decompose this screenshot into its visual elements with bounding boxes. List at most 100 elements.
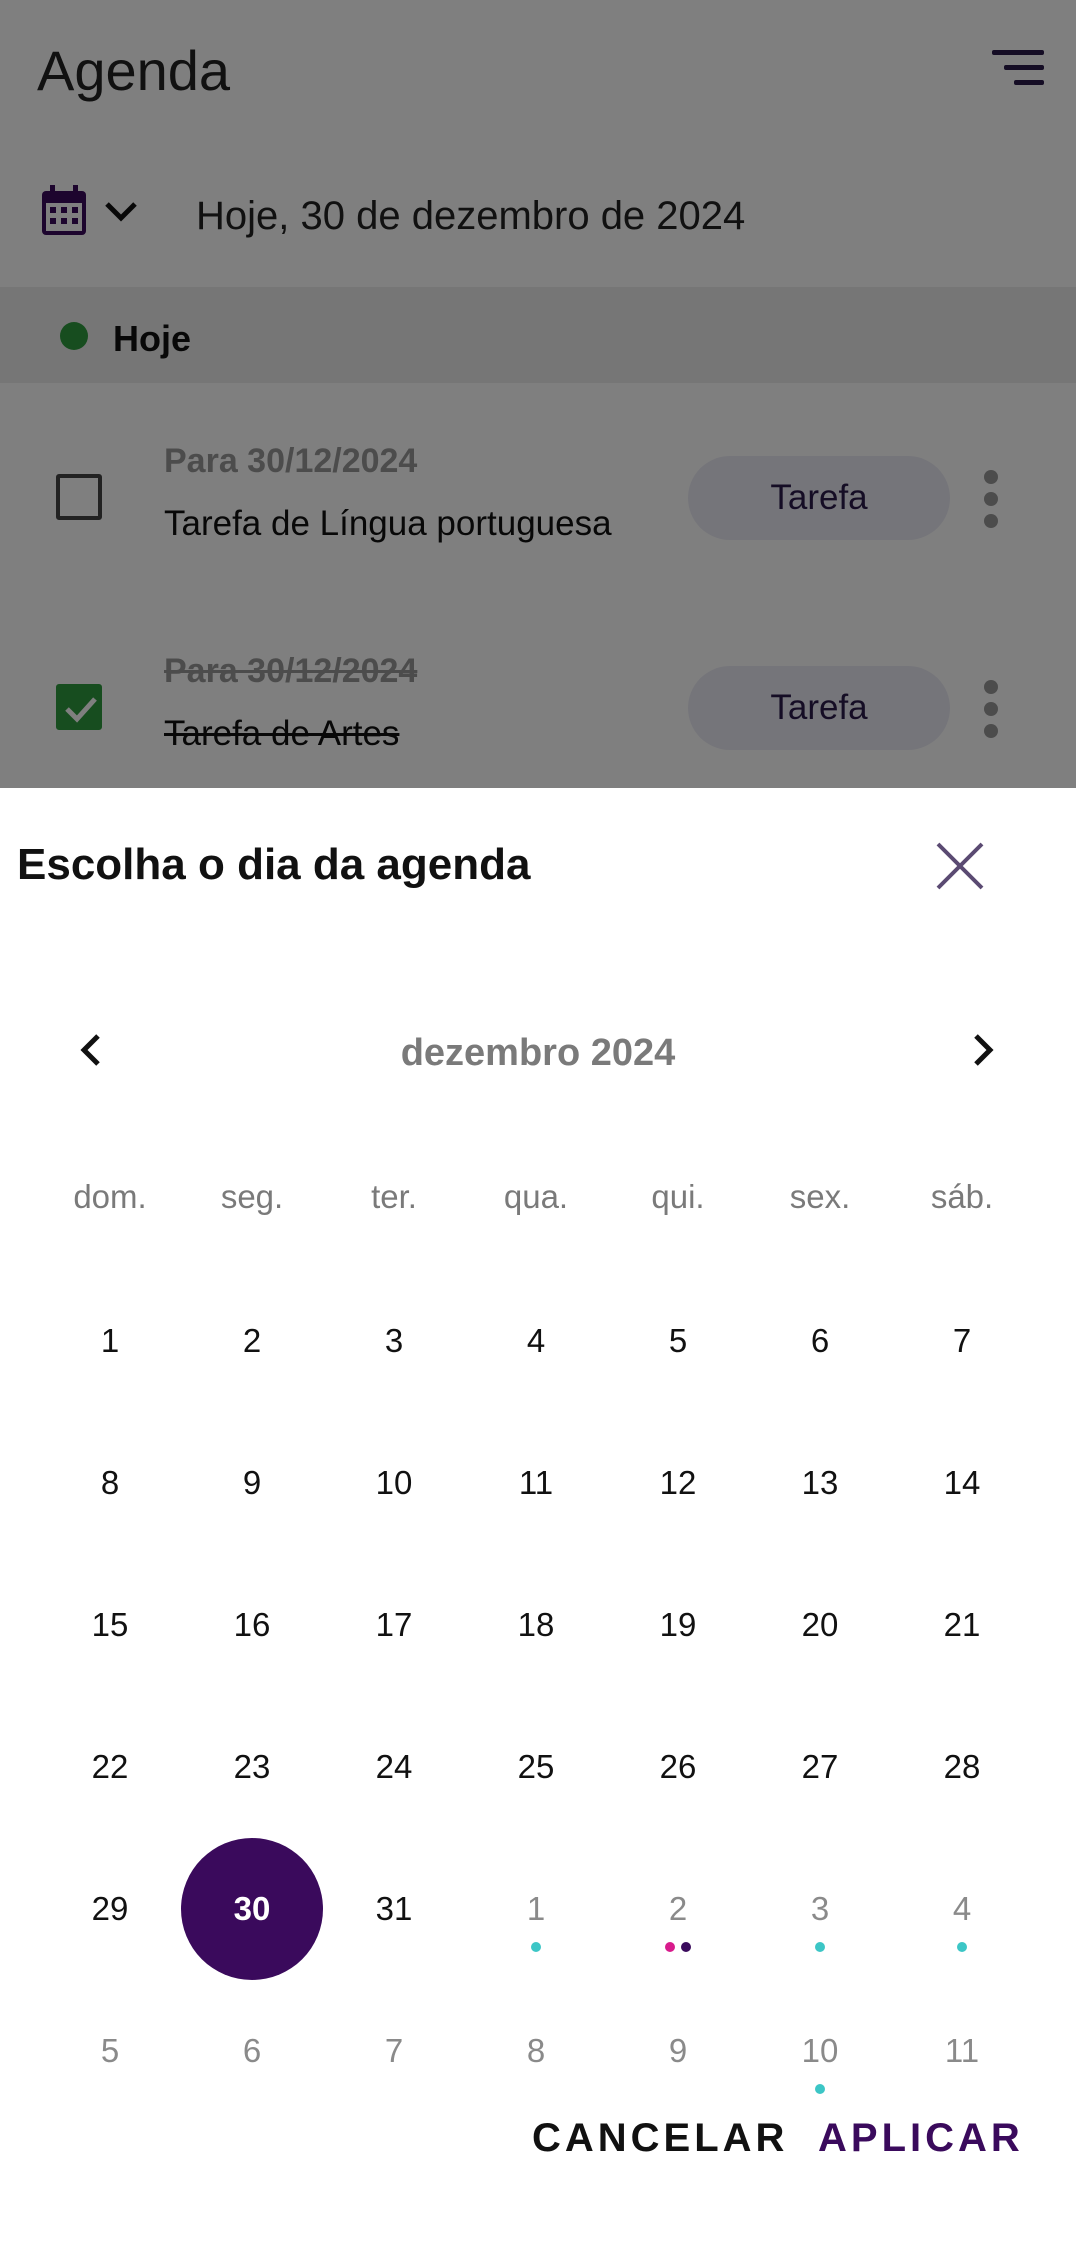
calendar-day[interactable]: 10 [749,1980,891,2122]
calendar-day[interactable]: 19 [607,1554,749,1696]
event-indicators [607,1942,749,1952]
calendar-day[interactable]: 25 [465,1696,607,1838]
calendar-day[interactable]: 1 [39,1270,181,1412]
day-number: 19 [659,1606,697,1643]
day-number: 7 [384,2032,404,2069]
calendar-day[interactable]: 12 [607,1412,749,1554]
calendar-day[interactable]: 9 [607,1980,749,2122]
calendar-day[interactable]: 6 [181,1980,323,2122]
calendar-day[interactable]: 23 [181,1696,323,1838]
day-number: 14 [943,1464,981,1501]
day-number: 9 [668,2032,688,2069]
cancel-button[interactable]: CANCELAR [532,2116,788,2161]
day-number: 9 [242,1464,262,1501]
chevron-right-icon[interactable] [962,1030,1002,1070]
day-number: 24 [375,1748,413,1785]
day-number: 6 [810,1322,830,1359]
day-number: 1 [100,1322,120,1359]
day-number: 15 [91,1606,129,1643]
date-picker-sheet: Escolha o dia da agenda dezembro 2024 do… [0,788,1076,2256]
day-number: 10 [375,1464,413,1501]
day-number: 28 [943,1748,981,1785]
calendar-day[interactable]: 22 [39,1696,181,1838]
sheet-title: Escolha o dia da agenda [17,840,531,889]
day-number: 23 [233,1748,271,1785]
day-number: 26 [659,1748,697,1785]
calendar-day[interactable]: 28 [891,1696,1033,1838]
day-number: 20 [801,1606,839,1643]
day-number: 18 [517,1606,555,1643]
day-number: 31 [375,1890,413,1927]
event-indicators [891,1942,1033,1952]
event-indicators [749,1942,891,1952]
calendar-day[interactable]: 4 [891,1838,1033,1980]
calendar-day[interactable]: 4 [465,1270,607,1412]
calendar-day[interactable]: 21 [891,1554,1033,1696]
modal-scrim[interactable] [0,0,1076,788]
calendar-day[interactable]: 15 [39,1554,181,1696]
day-number: 17 [375,1606,413,1643]
event-dot [815,1942,825,1952]
calendar-day[interactable]: 24 [323,1696,465,1838]
calendar-day[interactable]: 11 [891,1980,1033,2122]
calendar-day[interactable]: 5 [607,1270,749,1412]
calendar-day[interactable]: 13 [749,1412,891,1554]
event-dot [681,1942,691,1952]
weekday-label: sáb. [930,1178,994,1215]
calendar-day[interactable]: 9 [181,1412,323,1554]
calendar-day[interactable]: 10 [323,1412,465,1554]
calendar-day[interactable]: 31 [323,1838,465,1980]
weekday-label: qui. [651,1178,705,1215]
event-indicators [749,2084,891,2094]
day-number: 2 [668,1890,688,1927]
day-number: 16 [233,1606,271,1643]
day-number: 3 [384,1322,404,1359]
calendar-day[interactable]: 26 [607,1696,749,1838]
calendar-day[interactable]: 20 [749,1554,891,1696]
calendar-day[interactable]: 16 [181,1554,323,1696]
day-number: 5 [100,2032,120,2069]
day-number: 12 [659,1464,697,1501]
weekday-label: qua. [503,1178,569,1215]
event-dot [815,2084,825,2094]
calendar-day[interactable]: 1 [465,1838,607,1980]
calendar-day[interactable]: 6 [749,1270,891,1412]
event-dot [665,1942,675,1952]
day-number: 10 [801,2032,839,2069]
calendar-day[interactable]: 3 [323,1270,465,1412]
calendar-day[interactable]: 14 [891,1412,1033,1554]
month-label: dezembro 2024 [400,1032,676,1074]
calendar-day[interactable]: 11 [465,1412,607,1554]
weekday-label: dom. [73,1178,147,1215]
calendar-day[interactable]: 7 [891,1270,1033,1412]
day-number: 21 [943,1606,981,1643]
calendar-day[interactable]: 2 [181,1270,323,1412]
event-dot [531,1942,541,1952]
apply-button[interactable]: APLICAR [818,2116,1024,2161]
calendar-day[interactable]: 3 [749,1838,891,1980]
calendar-day[interactable]: 27 [749,1696,891,1838]
calendar-day[interactable]: 17 [323,1554,465,1696]
weekday-header-row: dom. seg. ter. qua. qui. sex. sáb. [0,1178,1076,1228]
day-number: 7 [952,1322,972,1359]
calendar-day[interactable]: 7 [323,1980,465,2122]
day-number: 5 [668,1322,688,1359]
day-number: 3 [810,1890,830,1927]
close-icon[interactable] [932,838,988,894]
event-dot [957,1942,967,1952]
calendar-day[interactable]: 29 [39,1838,181,1980]
calendar-day-selected[interactable]: 30 [181,1838,323,1980]
day-number: 25 [517,1748,555,1785]
day-number: 11 [518,1464,554,1501]
calendar-day[interactable]: 8 [39,1412,181,1554]
day-number: 8 [100,1464,120,1501]
weekday-label: seg. [220,1178,284,1215]
day-number: 6 [242,2032,262,2069]
calendar-day[interactable]: 8 [465,1980,607,2122]
calendar-day[interactable]: 5 [39,1980,181,2122]
weekday-label: ter. [371,1178,417,1215]
calendar-day[interactable]: 2 [607,1838,749,1980]
calendar-day[interactable]: 18 [465,1554,607,1696]
weekday-label: sex. [789,1178,851,1215]
day-number: 8 [526,2032,546,2069]
